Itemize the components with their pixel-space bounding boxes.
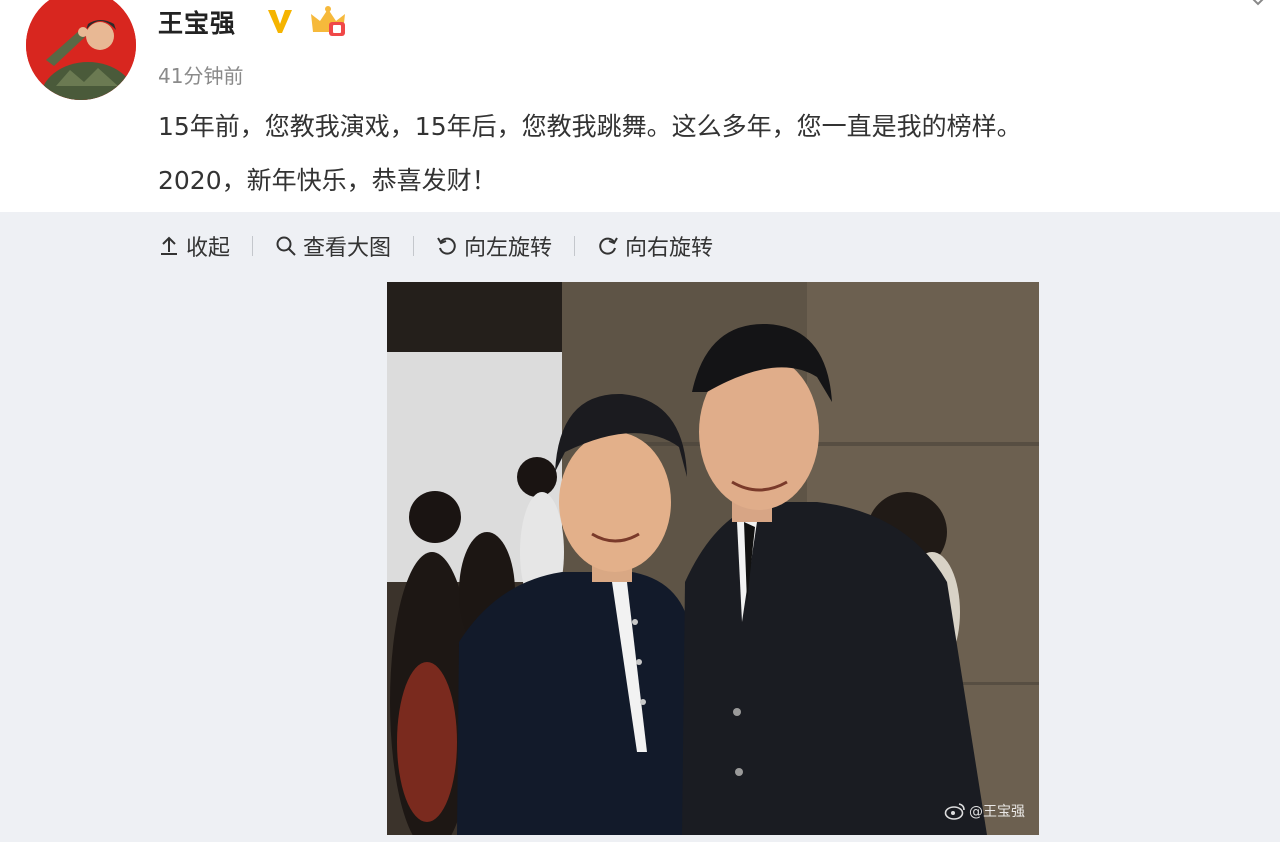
weibo-watermark: @王宝强 — [944, 801, 1025, 821]
username[interactable]: 王宝强 — [158, 4, 236, 40]
divider — [252, 236, 254, 256]
watermark-text: @王宝强 — [969, 804, 1025, 820]
post-photo[interactable]: @王宝强 — [387, 282, 1039, 835]
rotate-right-label: 向右旋转 — [625, 236, 714, 261]
post-text: 15年前，您教我演戏，15年后，您教我跳舞。这么多年，您一直是我的榜样。 202… — [158, 100, 1258, 208]
chevron-down-icon[interactable] — [1248, 0, 1268, 12]
rotate-right-icon — [599, 237, 618, 255]
post-text-line: 2020，新年快乐，恭喜发财！ — [158, 166, 497, 195]
avatar[interactable] — [26, 0, 136, 100]
image-toolbar: 收起 查看大图 向左旋转 向右旋转 — [158, 228, 713, 264]
post-time[interactable]: 41分钟前 — [158, 60, 243, 89]
vip-crown-icon[interactable] — [309, 4, 347, 38]
arrow-up-icon — [161, 236, 177, 255]
collapse-button[interactable]: 收起 — [158, 230, 230, 262]
rotate-left-label: 向左旋转 — [464, 236, 553, 261]
post-text-line: 15年前，您教我演戏，15年后，您教我跳舞。这么多年，您一直是我的榜样。 — [158, 112, 1022, 141]
divider — [574, 236, 576, 256]
collapse-label: 收起 — [186, 236, 231, 261]
search-icon — [276, 236, 296, 256]
view-large-button[interactable]: 查看大图 — [275, 230, 391, 262]
post-header-card: 王宝强 41分钟前 15年前，您教我演戏，15年后，您教我跳舞。这么多年，您一直… — [0, 0, 1280, 212]
verified-v-icon — [265, 6, 295, 36]
weibo-logo-icon — [944, 803, 965, 820]
rotate-left-icon — [437, 237, 456, 255]
divider — [413, 236, 415, 256]
rotate-left-button[interactable]: 向左旋转 — [436, 230, 552, 262]
rotate-right-button[interactable]: 向右旋转 — [597, 230, 713, 262]
view-large-label: 查看大图 — [303, 236, 392, 261]
